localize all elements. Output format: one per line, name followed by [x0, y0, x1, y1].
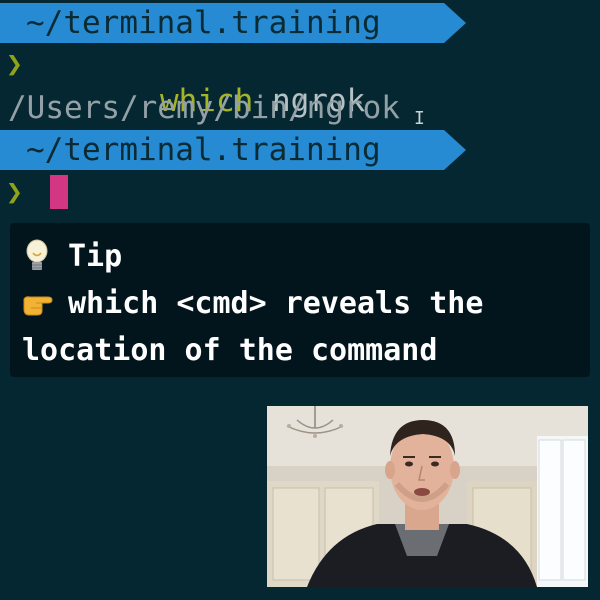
text-cursor-ibeam-icon: 𝙸: [414, 108, 425, 129]
tip-text-line-1: which <cmd> reveals the: [68, 286, 484, 321]
tip-text-line-2: location of the command: [22, 333, 438, 368]
webcam-video-overlay: [267, 406, 588, 587]
prompt-path-banner-2: ~/terminal.training: [0, 130, 466, 170]
prompt-chevron-icon-2: ❯: [6, 175, 23, 208]
presenter-video-frame: [267, 406, 588, 587]
active-prompt-line[interactable]: ❯: [0, 173, 75, 215]
prompt-path-2: ~/terminal.training: [26, 132, 381, 168]
block-cursor: [50, 175, 68, 209]
tip-text-row-1: which <cmd> reveals the: [22, 280, 578, 327]
pointing-hand-icon: [22, 291, 68, 317]
tip-text-row-2: location of the command: [22, 327, 578, 374]
prompt-path-banner: ~/terminal.training: [0, 3, 466, 43]
terminal-window[interactable]: ~/terminal.training ❯ which ngrok /Users…: [0, 0, 600, 220]
command-output: /Users/remy/bin/ngrok: [8, 90, 400, 126]
prompt-chevron-icon: ❯: [6, 47, 23, 80]
command-line: ❯ which ngrok: [0, 45, 365, 119]
output-line: /Users/remy/bin/ngrok: [0, 88, 400, 130]
tip-title: Tip: [68, 239, 123, 274]
tip-title-row: Tip: [22, 233, 578, 280]
tip-overlay: Tip which <cmd> reveals the location of …: [10, 223, 590, 377]
prompt-path: ~/terminal.training: [26, 5, 381, 41]
lightbulb-icon: [22, 238, 68, 276]
